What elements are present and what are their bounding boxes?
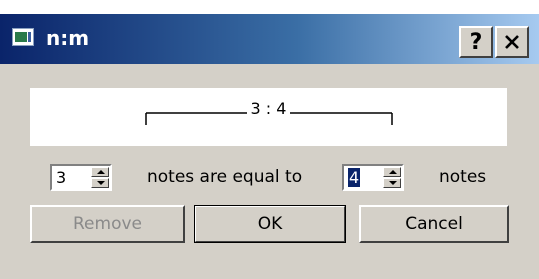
- left-spinner-buttons: [91, 167, 109, 188]
- close-button[interactable]: [495, 26, 529, 58]
- left-spinner-up-button[interactable]: [91, 167, 109, 177]
- arrow-up-icon: [97, 170, 105, 174]
- notes-label: notes: [439, 167, 487, 187]
- right-spinner-up-button[interactable]: [383, 167, 401, 177]
- app-icon: [12, 28, 34, 46]
- app-icon-accent: [28, 32, 31, 42]
- dialog-body: 3 : 4 3 notes are equal to 4 notes Remov…: [0, 64, 539, 279]
- right-notes-value[interactable]: 4: [348, 168, 361, 187]
- title-bar[interactable]: n:m ?: [0, 14, 539, 64]
- right-spinner-down-button[interactable]: [383, 178, 401, 188]
- tuplet-ratio-label: 3 : 4: [30, 99, 507, 118]
- close-icon: [505, 35, 519, 49]
- left-notes-spinner[interactable]: 3: [50, 164, 112, 191]
- cancel-button[interactable]: Cancel: [359, 205, 509, 243]
- window-title: n:m: [46, 26, 90, 50]
- top-strip: [0, 0, 539, 14]
- arrow-up-icon: [389, 170, 397, 174]
- help-icon: ?: [469, 29, 483, 55]
- dialog-window: n:m ? 3 : 4 3 notes are equal to 4 notes…: [0, 0, 539, 279]
- app-icon-body: [15, 32, 27, 42]
- right-spinner-buttons: [383, 167, 401, 188]
- tuplet-preview: 3 : 4: [30, 88, 507, 146]
- arrow-down-icon: [97, 181, 105, 185]
- left-spinner-down-button[interactable]: [91, 178, 109, 188]
- tuplet-ratio-text: 3 : 4: [246, 99, 291, 118]
- left-notes-value[interactable]: 3: [56, 168, 66, 187]
- help-button[interactable]: ?: [459, 26, 493, 58]
- right-notes-spinner[interactable]: 4: [342, 164, 404, 191]
- remove-button[interactable]: Remove: [30, 205, 185, 243]
- ok-button[interactable]: OK: [194, 205, 346, 243]
- equal-to-label: notes are equal to: [147, 167, 303, 187]
- arrow-down-icon: [389, 181, 397, 185]
